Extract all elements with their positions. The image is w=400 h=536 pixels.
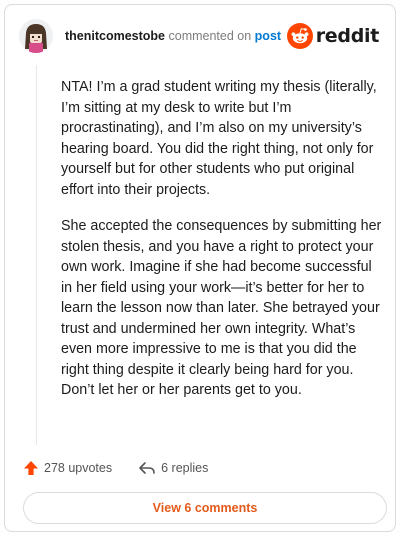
- reddit-brand[interactable]: reddit: [286, 22, 380, 50]
- avatar[interactable]: [19, 19, 53, 53]
- upvote-count: 278 upvotes: [44, 461, 113, 475]
- byline: thenitcomestobe commented on post: [65, 29, 281, 43]
- comment-body: NTA! I’m a grad student writing my thesi…: [61, 77, 383, 417]
- action-text: commented on: [168, 29, 252, 43]
- view-comments-button[interactable]: View 6 comments: [23, 492, 387, 524]
- reddit-logo-icon: [286, 23, 313, 49]
- comment-card: thenitcomestobe commented on post reddit…: [4, 4, 396, 532]
- comment-actions: 278 upvotes 6 replies: [23, 457, 234, 479]
- upvote-arrow-icon: [24, 461, 38, 475]
- comment-header: thenitcomestobe commented on post reddit: [19, 19, 381, 55]
- upvote-button[interactable]: 278 upvotes: [23, 460, 112, 476]
- reddit-wordmark: reddit: [315, 25, 380, 47]
- comment-paragraph: She accepted the consequences by submitt…: [61, 218, 382, 398]
- view-comments-label: View 6 comments: [152, 501, 258, 515]
- reply-arrow-icon: [139, 462, 155, 474]
- reply-count: 6 replies: [161, 461, 209, 475]
- replies-button[interactable]: 6 replies: [138, 460, 208, 476]
- username-link[interactable]: thenitcomestobe: [65, 29, 165, 43]
- comment-paragraph: NTA! I’m a grad student writing my thesi…: [61, 79, 377, 198]
- post-link[interactable]: post: [255, 29, 281, 43]
- thread-line[interactable]: [36, 65, 37, 445]
- avatar-icon: [19, 19, 53, 53]
